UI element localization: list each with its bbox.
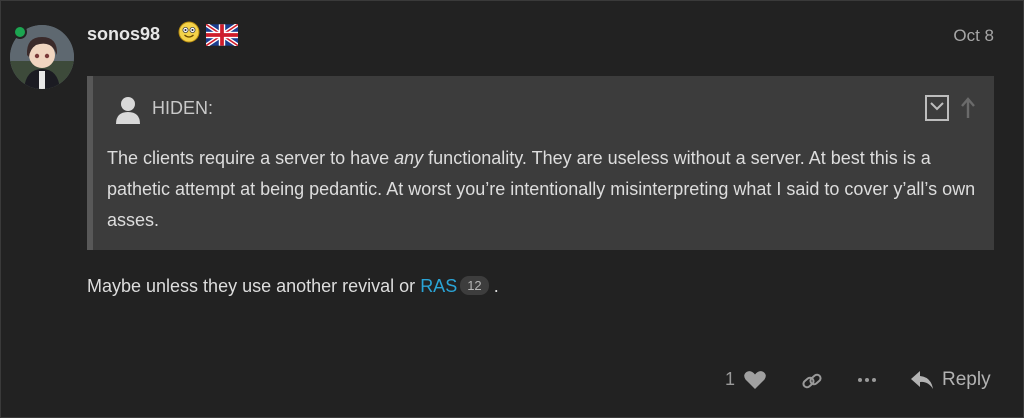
reply-icon (911, 371, 933, 389)
more-icon[interactable] (856, 370, 878, 390)
user-icon (116, 97, 140, 124)
quote-block: HIDEN: The clients require a server to h… (87, 76, 994, 250)
uk-flag-icon (206, 24, 238, 46)
post-actions: 1 Reply (0, 366, 1024, 394)
like-count[interactable]: 1 (725, 369, 735, 390)
link-click-count: 12 (460, 276, 489, 295)
smiley-emoji-icon (178, 21, 200, 43)
quote-username: HIDEN: (152, 98, 214, 118)
post-username[interactable]: sonos98 (87, 24, 160, 45)
ras-link[interactable]: RAS (420, 276, 457, 296)
online-status-dot (13, 25, 27, 39)
arrow-up-icon[interactable] (959, 96, 977, 120)
reply-label: Reply (942, 369, 991, 390)
heart-icon[interactable] (743, 370, 767, 390)
post-body: Maybe unless they use another revival or… (87, 276, 499, 296)
post-date[interactable]: Oct 8 (953, 26, 994, 46)
expand-quote-icon[interactable] (925, 95, 949, 121)
link-icon[interactable] (801, 370, 823, 392)
reply-button[interactable]: Reply (910, 366, 991, 394)
quote-text: The clients require a server to have any… (107, 148, 976, 230)
